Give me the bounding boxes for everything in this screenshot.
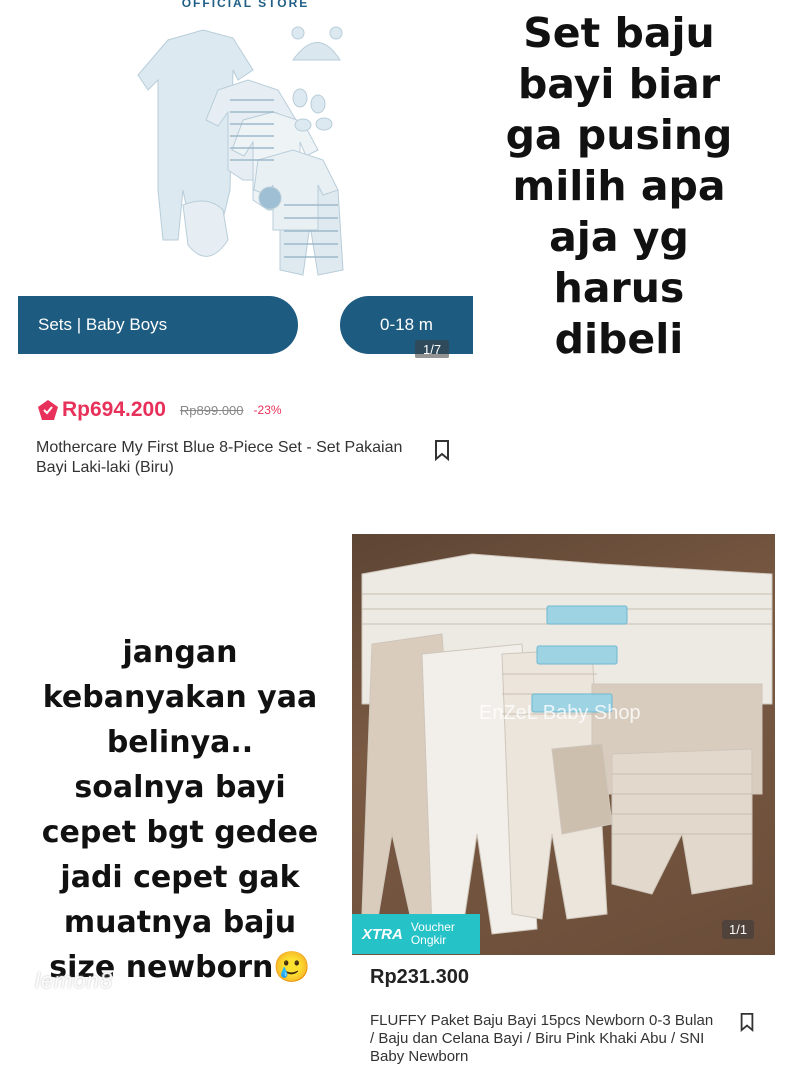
product2-image[interactable]: EnZeL Baby Shop XTRA Voucher Ongkir 1/1: [352, 534, 775, 955]
official-store-icon: [38, 400, 58, 420]
fluffy-clothes-photo: [361, 553, 773, 935]
product1-price: Rp694.200: [62, 398, 166, 421]
price-row: Rp694.200 Rp899.000 -23%: [36, 398, 282, 422]
product2-title[interactable]: FLUFFY Paket Baju Bayi 15pcs Newborn 0-3…: [370, 1012, 720, 1066]
lemon8-watermark: lemon8: [35, 968, 114, 993]
age-range-band: 0-18 m: [340, 296, 473, 354]
product1-old-price: Rp899.000: [179, 402, 244, 418]
bookmark-icon[interactable]: [738, 1011, 756, 1033]
xtra-label: XTRA: [362, 925, 403, 943]
product2-price: Rp231.300: [370, 966, 469, 988]
bookmark-icon[interactable]: [432, 438, 452, 462]
product1-image[interactable]: OFFICIAL STORE Sets | Baby Boys 0-18 m 1…: [18, 0, 473, 358]
headline-caption: Set baju bayi biar ga pusing milih apa a…: [505, 9, 733, 363]
category-band: Sets | Baby Boys: [18, 296, 298, 354]
image-counter: 1/7: [415, 340, 450, 358]
shop-watermark: EnZeL Baby Shop: [479, 702, 641, 724]
product1-discount: -23%: [253, 403, 282, 417]
product1-title[interactable]: Mothercare My First Blue 8-Piece Set - S…: [36, 438, 416, 478]
middle-caption: jangan kebanyakan yaa belinya.. soalnya …: [41, 635, 319, 985]
baby-clothes-illustration: [137, 26, 344, 276]
xtra-voucher-badge: XTRA Voucher Ongkir: [352, 914, 480, 954]
voucher-label: Voucher Ongkir: [410, 920, 455, 947]
image-counter: 1/1: [722, 920, 755, 939]
